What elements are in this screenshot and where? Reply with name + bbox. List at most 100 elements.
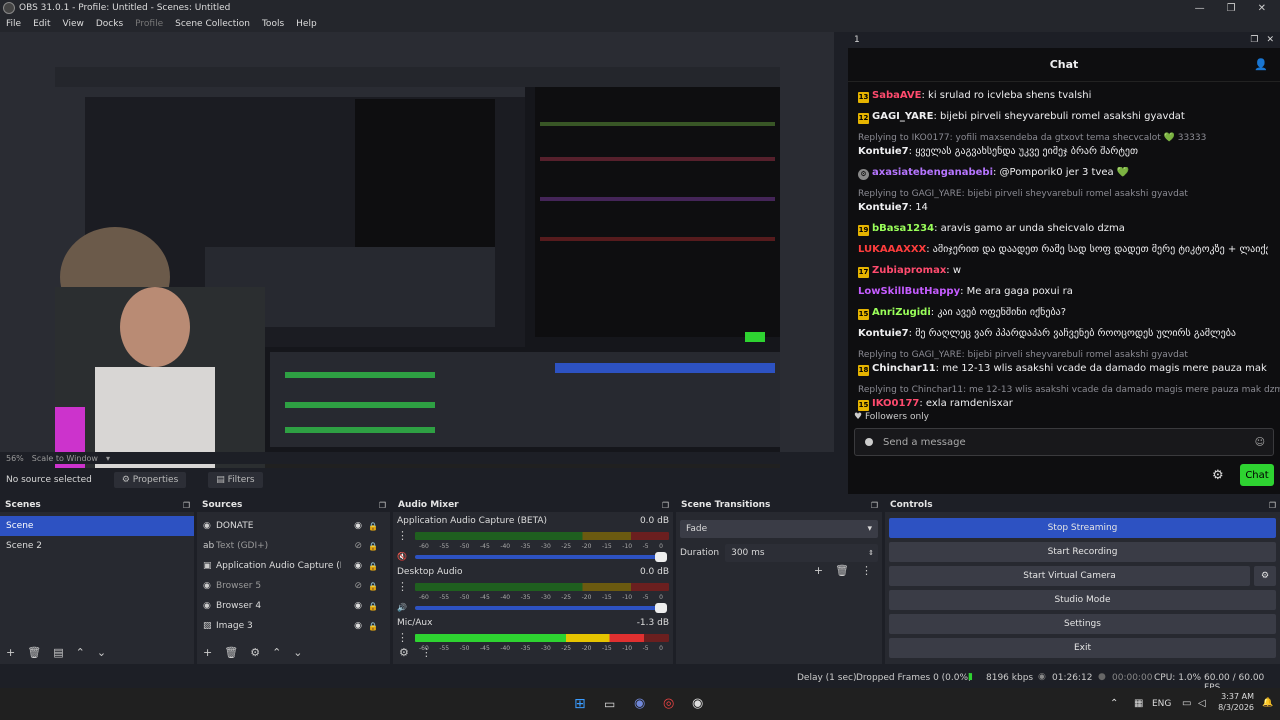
windows-start-icon[interactable]: ⊞ [574,696,586,712]
add-icon[interactable]: + [814,564,823,577]
source-item[interactable]: ▣ Application Audio Capture (BETA) ◉ 🔒 [197,556,390,576]
chat-username[interactable]: GAGI_YARE [872,111,933,122]
chat-username[interactable]: Kontuie7 [858,146,909,157]
filters-button[interactable]: ▤ Filters [208,472,263,488]
float-icon[interactable]: ❐ [662,501,669,510]
chat-username[interactable]: Kontuie7 [858,328,909,339]
close-button[interactable]: ✕ [1258,3,1266,14]
lock-icon[interactable]: 🔒 [368,562,378,571]
clock-date[interactable]: 8/3/2026 [1214,703,1254,712]
channel-menu-icon[interactable]: ⋮ [397,529,415,542]
eye-icon[interactable]: ◉ [354,521,362,531]
gear-icon[interactable]: ⚙ [250,646,260,659]
muted-speaker-icon[interactable]: 🔇 [397,552,415,561]
discord-icon[interactable]: ◉ [634,696,645,711]
network-icon[interactable]: ▦ [1134,698,1143,709]
menu-tools[interactable]: Tools [262,19,284,29]
task-view-icon[interactable]: ▭ [604,697,615,711]
eye-icon[interactable]: ◉ [354,601,362,611]
up-arrow-icon[interactable]: ⌃ [272,646,281,659]
lock-icon[interactable]: 🔒 [368,602,378,611]
menu-view[interactable]: View [63,19,84,29]
chevron-up-icon[interactable]: ⌃ [1110,698,1118,709]
exit-button[interactable]: Exit [889,638,1276,658]
notification-icon[interactable]: 🔔 [1262,698,1273,708]
down-arrow-icon[interactable]: ⌄ [293,646,302,659]
menu-profile[interactable]: Profile [135,19,163,29]
chat-input[interactable]: Send a message ☺ [854,428,1274,456]
chat-username[interactable]: AnriZugidi [872,307,931,318]
clock-time[interactable]: 3:37 AM [1218,692,1254,701]
lock-icon[interactable]: 🔒 [368,542,378,551]
source-item[interactable]: ▨ Image 3 ◉ 🔒 [197,616,390,636]
preview-area[interactable] [0,32,834,477]
scene-item[interactable]: Scene 2 [0,536,194,556]
chat-username[interactable]: bBasa1234 [872,223,934,234]
chat-username[interactable]: IKO0177 [872,398,919,409]
lock-icon[interactable]: 🔒 [368,522,378,531]
chat-username[interactable]: axasiatebenganabebi [872,167,993,178]
channel-menu-icon[interactable]: ⋮ [397,580,415,593]
start-recording-button[interactable]: Start Recording [889,542,1276,562]
hidden-eye-icon[interactable]: ⊘ [354,581,362,591]
language-indicator[interactable]: ENG [1152,699,1171,709]
add-icon[interactable]: + [6,646,15,659]
menu-help[interactable]: Help [296,19,317,29]
minimize-button[interactable]: — [1195,3,1205,14]
maximize-button[interactable]: ❐ [1227,3,1236,14]
chat-username[interactable]: LUKAAAXXX [858,244,926,255]
float-icon[interactable]: ❐ [379,501,386,510]
gear-icon[interactable]: ⚙ [399,646,409,659]
source-item[interactable]: ◉ DONATE ◉ 🔒 [197,516,390,536]
duration-input[interactable]: 300 ms ⇕ [725,544,878,562]
properties-button[interactable]: ⚙ Properties [113,472,187,488]
studio-mode-button[interactable]: Studio Mode [889,590,1276,610]
emote-icon[interactable]: ☺ [1255,437,1265,448]
eye-icon[interactable]: ◉ [354,621,362,631]
chat-send-button[interactable]: Chat [1240,464,1274,486]
lock-icon[interactable]: 🔒 [368,582,378,591]
volume-icon[interactable]: ◁ [1198,698,1206,709]
display-icon[interactable]: ▭ [1182,698,1191,709]
more-icon[interactable]: ⋮ [861,564,872,577]
chat-username[interactable]: LowSkillButHappy [858,286,960,297]
slider-handle[interactable] [655,602,667,613]
gear-icon[interactable]: ⚙ [1254,566,1276,586]
chat-username[interactable]: Kontuie7 [858,202,909,213]
chrome-icon[interactable]: ◎ [663,696,674,711]
menu-scene-collection[interactable]: Scene Collection [175,19,250,29]
transition-select[interactable]: Fade ▾ [680,520,878,538]
float-icon[interactable]: ❐ [871,501,878,510]
lock-icon[interactable]: 🔒 [368,622,378,631]
eye-icon[interactable]: ◉ [354,561,362,571]
chevron-down-icon[interactable]: ▾ [106,454,110,463]
float-icon[interactable]: ❐ [183,501,190,510]
stepper-icon[interactable]: ⇕ [868,549,874,557]
hidden-eye-icon[interactable]: ⊘ [354,541,362,551]
scene-item[interactable]: Scene [0,516,194,536]
trash-icon[interactable]: 🗑 [27,646,41,659]
start-virtual-camera-button[interactable]: Start Virtual Camera [889,566,1250,586]
channel-menu-icon[interactable]: ⋮ [397,631,415,644]
volume-slider[interactable] [415,551,667,562]
float-icon[interactable]: ❐ [1269,501,1276,510]
volume-slider[interactable] [415,602,667,613]
add-icon[interactable]: + [203,646,212,659]
speaker-icon[interactable]: 🔊 [397,603,415,612]
source-item[interactable]: ◉ Browser 5 ⊘ 🔒 [197,576,390,596]
menu-edit[interactable]: Edit [33,19,50,29]
trash-icon[interactable]: 🗑 [835,564,849,577]
down-arrow-icon[interactable]: ⌄ [97,646,106,659]
stop-streaming-button[interactable]: Stop Streaming [889,518,1276,538]
chat-username[interactable]: Chinchar11 [872,363,936,374]
chat-username[interactable]: SabaAVE [872,90,922,101]
bits-icon[interactable] [865,438,873,446]
scale-mode[interactable]: Scale to Window [32,454,98,463]
float-icon[interactable]: ❐ [1250,35,1258,45]
filter-icon[interactable]: ▤ [53,646,63,659]
chat-settings-icon[interactable]: ⚙ [1212,468,1224,483]
slider-handle[interactable] [655,551,667,562]
users-icon[interactable]: 👤 [1254,58,1268,71]
chat-username[interactable]: Zubiapromax [872,265,946,276]
obs-icon[interactable]: ◉ [692,696,703,711]
